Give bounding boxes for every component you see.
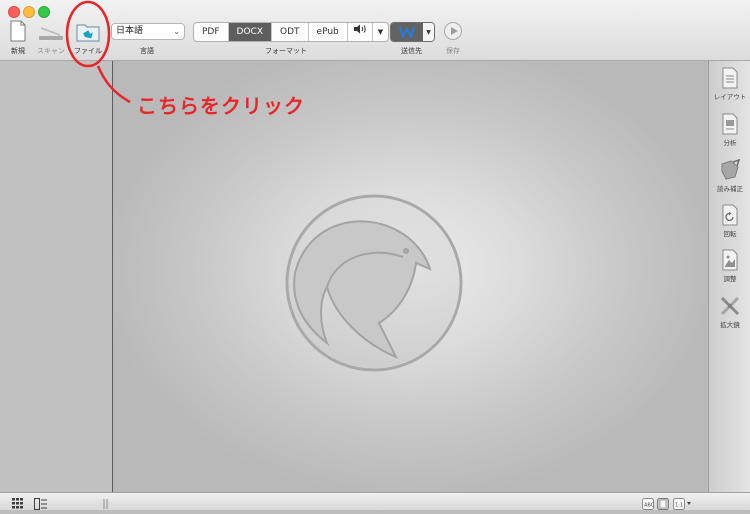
grid-view-icon xyxy=(12,498,23,509)
send-to-label: 送信先 xyxy=(401,47,422,55)
format-label: フォーマット xyxy=(265,47,307,55)
page-thumbnail-pane xyxy=(0,61,113,492)
send-to-control[interactable]: ▼ xyxy=(390,22,435,42)
format-segmented-control: PDF DOCX ODT ePub ▼ xyxy=(193,22,390,42)
zoom-icon: 1:1 xyxy=(673,498,691,510)
zoom-window-button[interactable] xyxy=(38,6,50,18)
list-view-icon xyxy=(34,498,47,510)
scan-button-label: スキャン xyxy=(37,47,65,55)
zoom-menu-button[interactable]: 1:1 xyxy=(673,495,705,510)
bottom-bar: ABC 1:1 xyxy=(0,492,750,510)
save-label: 保存 xyxy=(446,47,460,55)
close-window-button[interactable] xyxy=(8,6,20,18)
svg-text:ABC: ABC xyxy=(644,503,654,509)
analyze-tool-button[interactable]: 分析 xyxy=(709,113,750,147)
format-dropdown-button[interactable]: ▼ xyxy=(373,23,388,41)
resize-grip-icon xyxy=(103,499,108,509)
open-file-icon xyxy=(76,18,100,42)
list-view-button[interactable] xyxy=(34,495,48,510)
text-view-button[interactable]: ABC xyxy=(642,495,655,510)
language-select-value: 日本語 xyxy=(116,26,144,36)
rotate-tool-label: 回転 xyxy=(723,230,737,238)
minimize-window-button[interactable] xyxy=(23,6,35,18)
adjust-icon xyxy=(722,249,738,271)
layout-tool-label: レイアウト xyxy=(713,93,747,101)
page-view-button[interactable] xyxy=(657,495,669,510)
analyze-icon xyxy=(722,113,738,135)
new-document-icon xyxy=(10,18,26,42)
app-logo-icon xyxy=(285,194,463,372)
adjust-tool-button[interactable]: 調整 xyxy=(709,249,750,283)
new-button-label: 新規 xyxy=(11,47,25,55)
format-odt-button[interactable]: ODT xyxy=(272,23,309,41)
document-area xyxy=(113,61,708,492)
format-epub-button[interactable]: ePub xyxy=(309,23,348,41)
scan-button[interactable]: スキャン xyxy=(34,18,68,58)
rotate-icon xyxy=(722,204,738,226)
read-correction-icon xyxy=(721,159,741,180)
rotate-tool-button[interactable]: 回転 xyxy=(709,204,750,238)
chevron-down-icon: ⌄ xyxy=(173,27,180,36)
page-view-icon xyxy=(657,498,669,510)
magnifier-icon xyxy=(720,296,740,316)
toolbar: 新規 スキャン ファイル 日本語 ⌄ 言語 PDF DOCX ODT ePub … xyxy=(0,0,750,61)
annotation-text: こちらをクリック xyxy=(137,94,305,118)
read-correction-tool-label: 読み補正 xyxy=(717,185,743,193)
magnifier-tool-label: 拡大鏡 xyxy=(720,321,740,329)
magnifier-tool-button[interactable]: 拡大鏡 xyxy=(709,295,750,329)
save-button[interactable] xyxy=(444,22,462,40)
format-docx-button[interactable]: DOCX xyxy=(228,23,273,41)
language-select[interactable]: 日本語 ⌄ xyxy=(111,23,185,40)
app-window: 新規 スキャン ファイル 日本語 ⌄ 言語 PDF DOCX ODT ePub … xyxy=(0,0,750,510)
file-button-label: ファイル xyxy=(74,47,102,55)
format-pdf-button[interactable]: PDF xyxy=(194,23,229,41)
grid-view-button[interactable] xyxy=(12,495,26,509)
speaker-icon xyxy=(353,24,366,34)
language-label: 言語 xyxy=(140,47,154,55)
file-button[interactable]: ファイル xyxy=(72,18,104,58)
audio-format-button[interactable] xyxy=(348,23,373,41)
word-icon xyxy=(391,23,423,41)
text-view-icon: ABC xyxy=(642,498,655,510)
layout-tool-button[interactable]: レイアウト xyxy=(709,67,750,101)
analyze-tool-label: 分析 xyxy=(723,139,737,147)
svg-text:1:1: 1:1 xyxy=(675,503,683,509)
send-to-dropdown-icon[interactable]: ▼ xyxy=(423,23,434,41)
scanner-icon xyxy=(38,18,64,42)
adjust-tool-label: 調整 xyxy=(723,275,737,283)
pane-resize-handle[interactable] xyxy=(102,495,110,509)
new-button[interactable]: 新規 xyxy=(6,18,30,58)
layout-icon xyxy=(722,67,738,89)
right-tool-panel: レイアウト 分析 読み補正 回転 調整 拡大鏡 xyxy=(708,61,750,492)
read-correction-tool-button[interactable]: 読み補正 xyxy=(709,159,750,193)
